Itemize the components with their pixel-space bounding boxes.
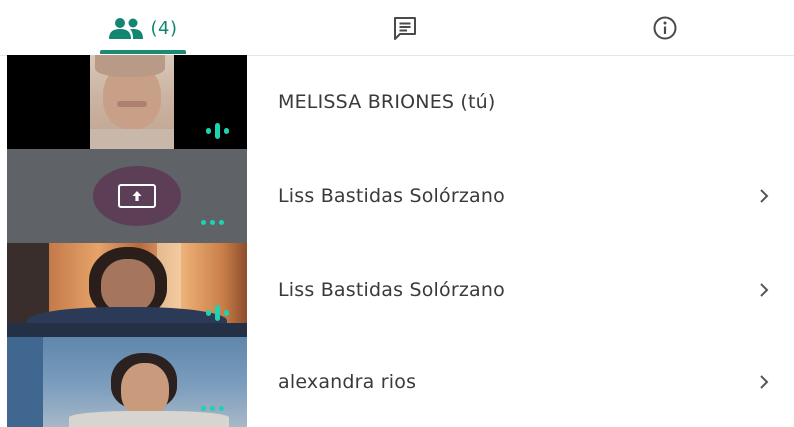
participant-name: alexandra rios <box>278 371 417 393</box>
speaking-icon <box>206 123 229 139</box>
participant-row[interactable]: MELISSA BRIONES (tú) <box>0 55 794 149</box>
participant-video-tile <box>7 55 247 149</box>
tab-people[interactable]: (4) <box>88 0 198 56</box>
people-icon <box>108 18 143 39</box>
participant-video-tile <box>7 243 247 337</box>
participant-row[interactable]: alexandra rios <box>0 337 794 427</box>
present-screen-icon <box>132 191 142 201</box>
chevron-right-icon <box>760 189 769 203</box>
participant-count: (4) <box>150 17 178 39</box>
tab-bar: (4) <box>0 0 794 56</box>
info-icon <box>653 16 677 40</box>
chat-icon <box>394 17 416 40</box>
more-dots-icon <box>201 220 224 225</box>
tab-info[interactable] <box>615 0 715 56</box>
participant-presentation-tile <box>7 149 247 243</box>
participant-name: MELISSA BRIONES (tú) <box>278 91 496 113</box>
tab-chat[interactable] <box>355 0 455 56</box>
participant-video-tile <box>7 337 247 427</box>
selected-tab-indicator <box>100 50 186 54</box>
participant-name: Liss Bastidas Solórzano <box>278 185 505 207</box>
participant-row[interactable]: Liss Bastidas Solórzano <box>0 243 794 337</box>
speaking-icon <box>206 305 229 321</box>
participant-name: Liss Bastidas Solórzano <box>278 279 505 301</box>
more-dots-icon <box>201 406 224 411</box>
chevron-right-icon <box>760 375 769 389</box>
participant-row[interactable]: Liss Bastidas Solórzano <box>0 149 794 243</box>
presentation-avatar <box>93 166 181 226</box>
chevron-right-icon <box>760 283 769 297</box>
